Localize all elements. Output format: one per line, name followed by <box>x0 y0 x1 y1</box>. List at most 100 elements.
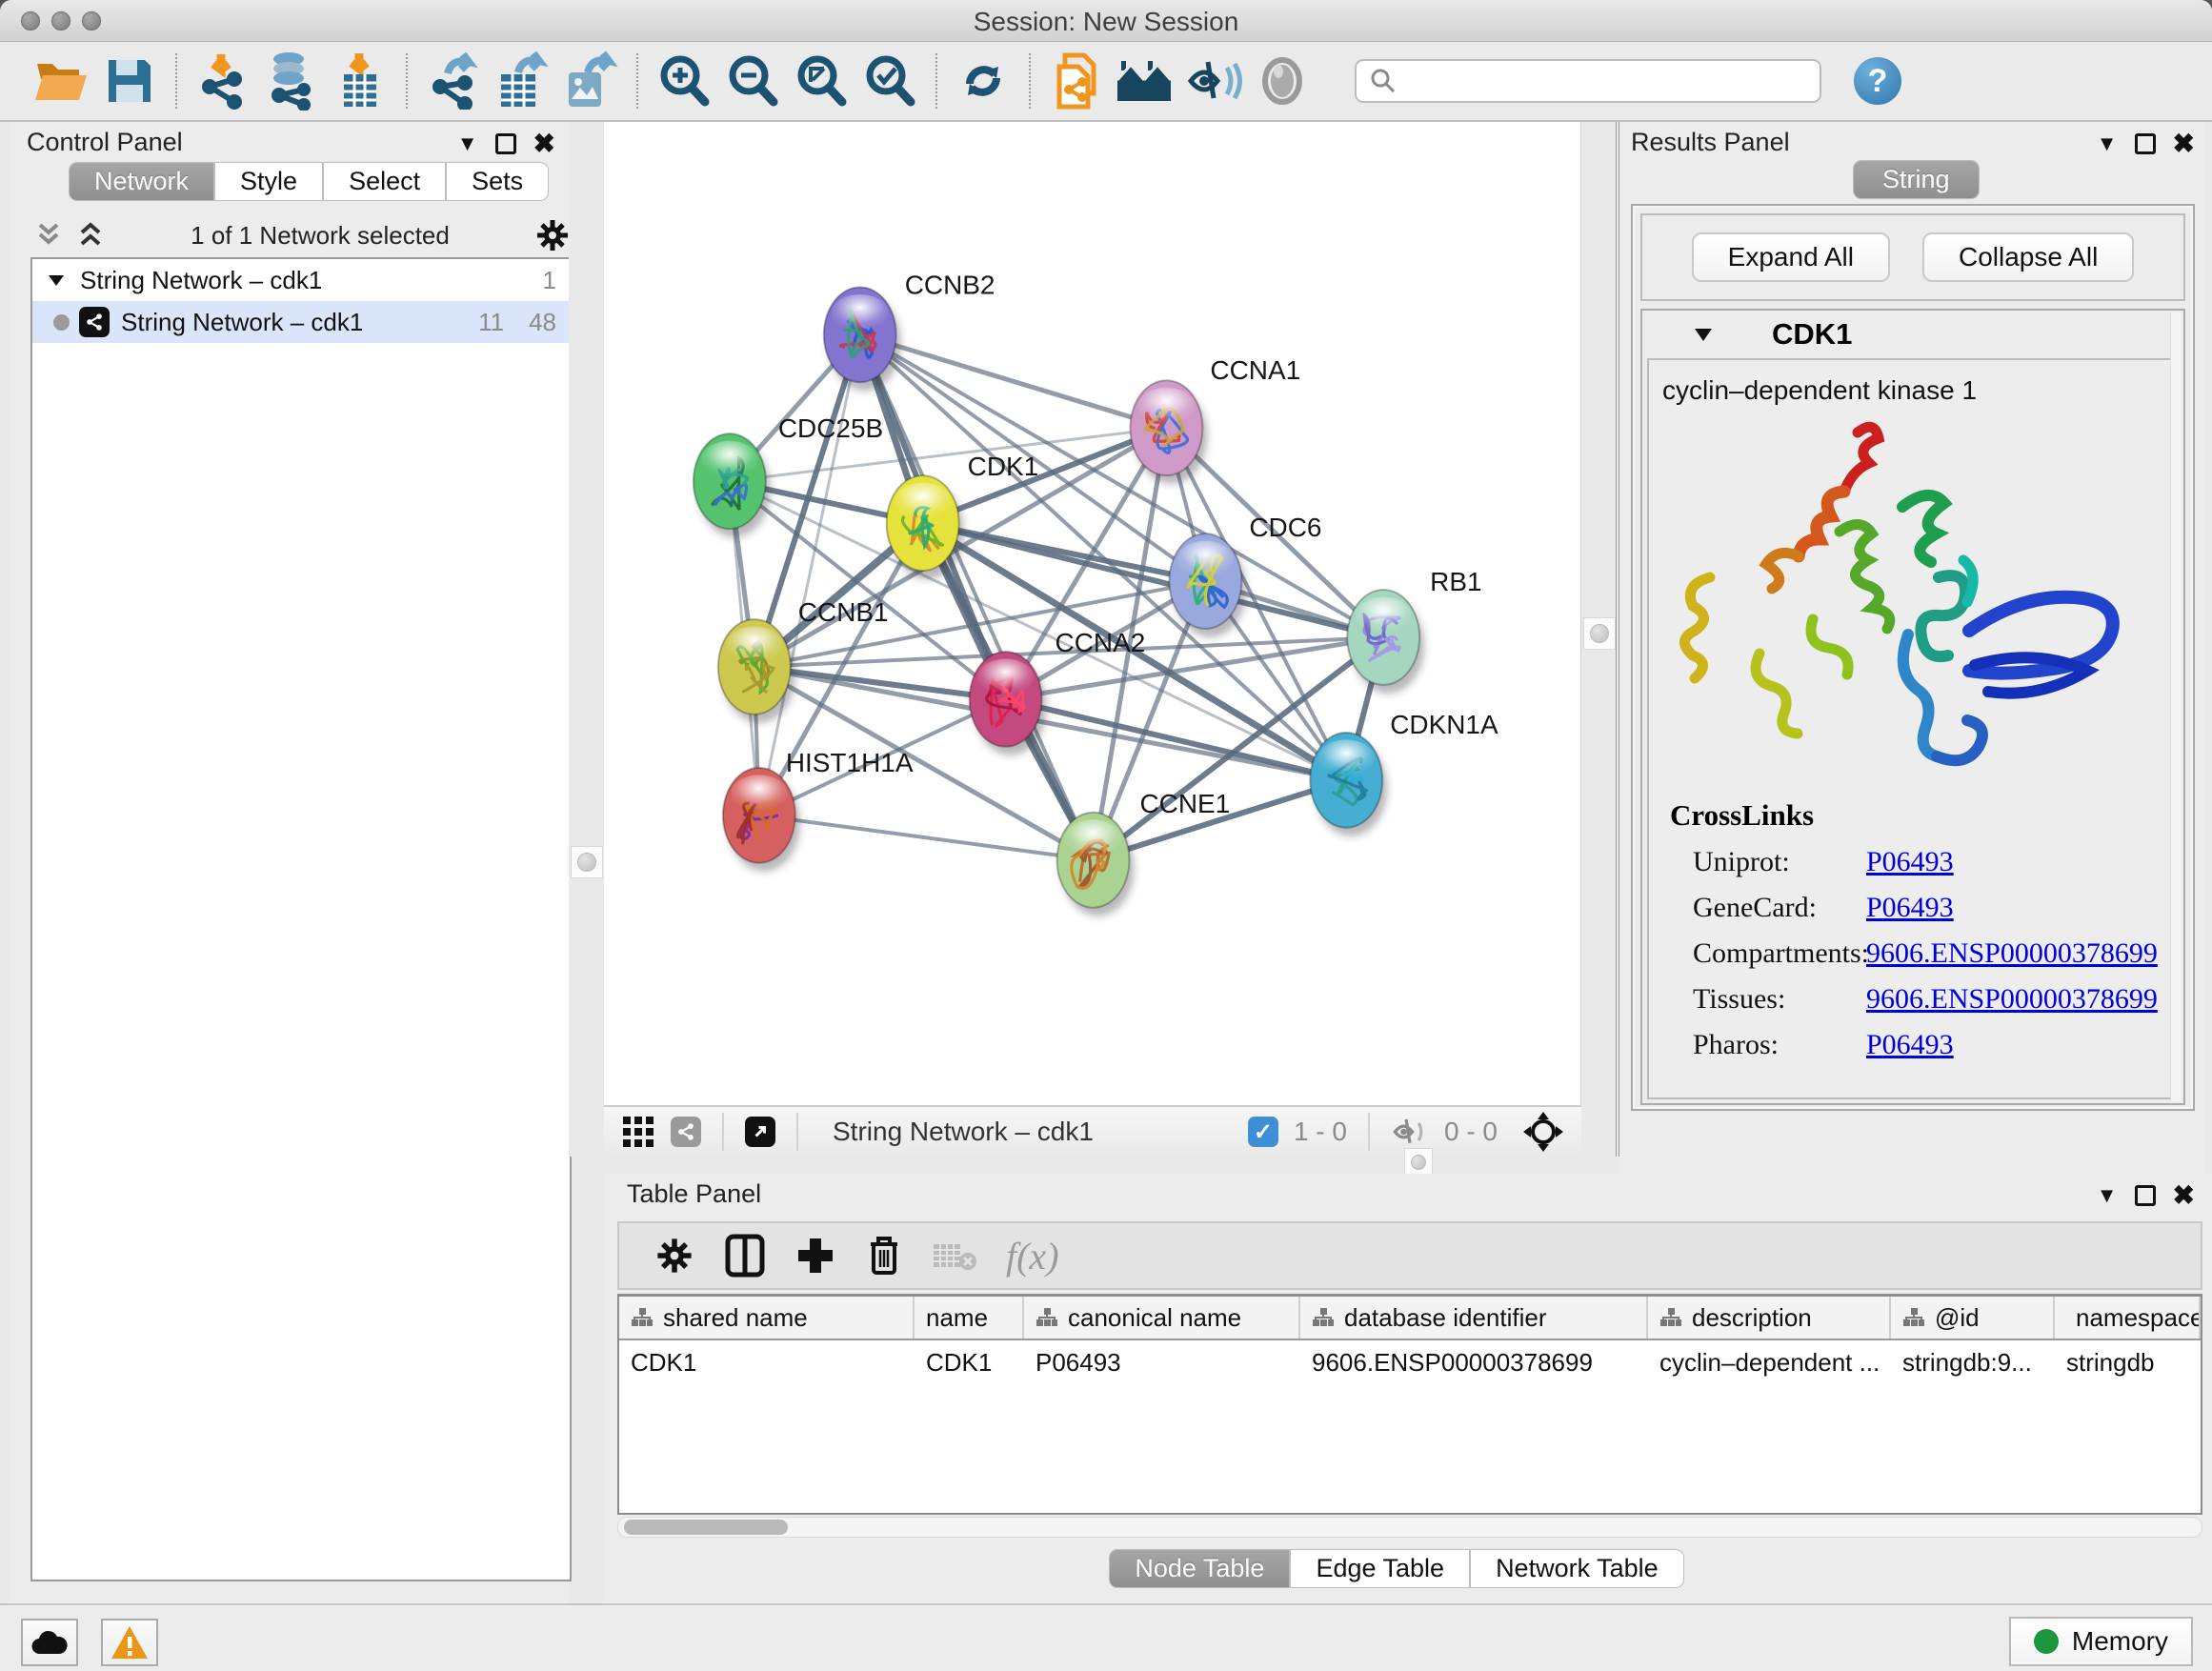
expander-triangle-icon[interactable] <box>46 272 67 289</box>
tab-edge-table[interactable]: Edge Table <box>1290 1549 1470 1588</box>
open-in-browser-icon[interactable] <box>745 1117 775 1147</box>
collapse-all-chevron-icon[interactable] <box>74 221 107 250</box>
column-header-description[interactable]: description <box>1648 1297 1891 1339</box>
table-row[interactable]: CDK1CDK1P064939606.ENSP00000378699cyclin… <box>619 1340 2201 1384</box>
float-panel-icon[interactable] <box>2135 1185 2156 1206</box>
collapse-panel-icon[interactable]: ▼ <box>2097 131 2118 156</box>
vertical-splitter-right[interactable] <box>1581 122 1619 1157</box>
table-options-gear-icon[interactable] <box>654 1235 695 1277</box>
cell-description[interactable]: cyclin–dependent ... <box>1648 1340 1891 1384</box>
column-header-shared-name[interactable]: shared name <box>619 1297 915 1339</box>
zoom-out-button[interactable] <box>718 50 787 112</box>
refresh-button[interactable] <box>949 50 1017 112</box>
node-CCNE1[interactable] <box>1057 813 1135 916</box>
tab-sets[interactable]: Sets <box>446 162 549 201</box>
hide-panels-button[interactable] <box>1179 50 1248 112</box>
crosslink-link[interactable]: P06493 <box>1866 1029 1954 1060</box>
help-button[interactable]: ? <box>1854 57 1901 105</box>
add-column-plus-icon[interactable] <box>794 1235 836 1277</box>
node-HIST1H1A[interactable] <box>723 768 800 872</box>
node-CCNA2[interactable] <box>970 652 1047 755</box>
show-columns-icon[interactable] <box>724 1233 766 1278</box>
zoom-selected-button[interactable] <box>855 50 924 112</box>
crosslink-link[interactable]: P06493 <box>1866 846 1954 877</box>
collapse-panel-icon[interactable]: ▼ <box>2097 1183 2118 1208</box>
column-header-database-identifier[interactable]: database identifier <box>1300 1297 1648 1339</box>
memory-button[interactable]: Memory <box>2009 1617 2193 1666</box>
network-canvas[interactable]: CCNB2CCNA1CDC25BCDK1CDC6RB1CCNB1CCNA2CDK… <box>604 122 1581 1105</box>
network-row-selected[interactable]: String Network – cdk1 11 48 <box>32 301 570 343</box>
cell-database-identifier[interactable]: 9606.ENSP00000378699 <box>1300 1340 1648 1384</box>
cell-namespace[interactable]: stringdb <box>2055 1340 2201 1384</box>
node-CCNB1[interactable] <box>718 619 795 723</box>
collapse-all-button[interactable]: Collapse All <box>1922 232 2134 282</box>
crosslink-link[interactable]: P06493 <box>1866 892 1954 923</box>
column-header-canonical-name[interactable]: canonical name <box>1024 1297 1300 1339</box>
expand-all-chevron-icon[interactable] <box>32 221 65 250</box>
node-section-header[interactable]: CDK1 <box>1642 311 2183 358</box>
tab-select[interactable]: Select <box>323 162 446 201</box>
node-RB1[interactable] <box>1347 590 1424 694</box>
tab-string[interactable]: String <box>1853 160 1980 199</box>
level-of-detail-button[interactable] <box>1248 50 1317 112</box>
float-panel-icon[interactable] <box>2135 133 2156 154</box>
search-input[interactable] <box>1397 67 1797 96</box>
tab-style[interactable]: Style <box>214 162 323 201</box>
tab-network-table[interactable]: Network Table <box>1470 1549 1684 1588</box>
expand-all-button[interactable]: Expand All <box>1692 232 1890 282</box>
node-CDC6[interactable] <box>1169 534 1246 637</box>
hidden-eye-icon[interactable] <box>1391 1116 1429 1148</box>
float-panel-icon[interactable] <box>495 133 516 154</box>
crosslink-link[interactable]: 9606.ENSP00000378699 <box>1866 983 2158 1015</box>
crosslink-link[interactable]: 9606.ENSP00000378699 <box>1866 937 2158 969</box>
cell-canonical-name[interactable]: P06493 <box>1024 1340 1300 1384</box>
vertical-splitter-left[interactable] <box>569 122 604 1157</box>
fit-selected-crosshair-icon[interactable] <box>1522 1111 1564 1153</box>
column-header-namespace[interactable]: namespace <box>2055 1297 2201 1339</box>
close-panel-icon[interactable]: ✖ <box>2173 128 2195 159</box>
home-button[interactable] <box>1111 50 1179 112</box>
save-session-button[interactable] <box>95 50 164 112</box>
column-header-name[interactable]: name <box>915 1297 1024 1339</box>
warnings-button[interactable] <box>101 1619 158 1666</box>
delete-column-trash-icon[interactable] <box>865 1233 903 1278</box>
tab-node-table[interactable]: Node Table <box>1109 1549 1290 1588</box>
edge-CCNB2-CCNA1[interactable] <box>860 334 1167 428</box>
edge-CCNA2-CDKN1A[interactable] <box>1006 699 1347 780</box>
string-protein-query-button[interactable] <box>1042 50 1111 112</box>
selected-nodes-checkbox-icon[interactable]: ✓ <box>1248 1117 1278 1147</box>
export-table-button[interactable] <box>488 50 556 112</box>
column-header--id[interactable]: @id <box>1891 1297 2055 1339</box>
cell-shared-name[interactable]: CDK1 <box>619 1340 915 1384</box>
zoom-fit-button[interactable] <box>787 50 855 112</box>
node-table[interactable]: shared namenamecanonical namedatabase id… <box>617 1294 2202 1515</box>
search-box[interactable] <box>1355 59 1821 103</box>
edge-CCNB2-HIST1H1A[interactable] <box>759 334 860 815</box>
scrollbar-thumb[interactable] <box>624 1520 788 1535</box>
export-image-button[interactable] <box>556 50 625 112</box>
results-scrollbar[interactable] <box>2170 312 2182 1101</box>
edge-CCNB2-CCNE1[interactable] <box>860 334 1094 859</box>
import-table-file-button[interactable] <box>326 50 394 112</box>
cloud-button[interactable] <box>21 1619 78 1666</box>
node-CDKN1A[interactable] <box>1310 733 1387 836</box>
import-network-file-button[interactable] <box>189 50 257 112</box>
birdseye-grid-icon[interactable] <box>621 1115 655 1149</box>
table-horizontal-scrollbar[interactable] <box>617 1517 2202 1538</box>
export-network-button[interactable] <box>419 50 488 112</box>
network-collection-row[interactable]: String Network – cdk1 1 <box>32 259 570 301</box>
open-session-button[interactable] <box>27 50 95 112</box>
zoom-in-button[interactable] <box>650 50 718 112</box>
close-panel-icon[interactable]: ✖ <box>533 128 555 159</box>
string-settings-icon[interactable] <box>671 1117 701 1147</box>
cell--id[interactable]: stringdb:9... <box>1891 1340 2055 1384</box>
cell-name[interactable]: CDK1 <box>915 1340 1024 1384</box>
node-CCNB2[interactable] <box>824 287 901 391</box>
collapse-panel-icon[interactable]: ▼ <box>457 131 478 156</box>
tab-network[interactable]: Network <box>69 162 214 201</box>
close-panel-icon[interactable]: ✖ <box>2173 1179 2195 1211</box>
import-network-database-button[interactable] <box>257 50 326 112</box>
section-expander-triangle-icon[interactable] <box>1692 325 1715 344</box>
network-options-gear-icon[interactable] <box>533 216 572 254</box>
edge-HIST1H1A-CCNE1[interactable] <box>759 815 1094 860</box>
